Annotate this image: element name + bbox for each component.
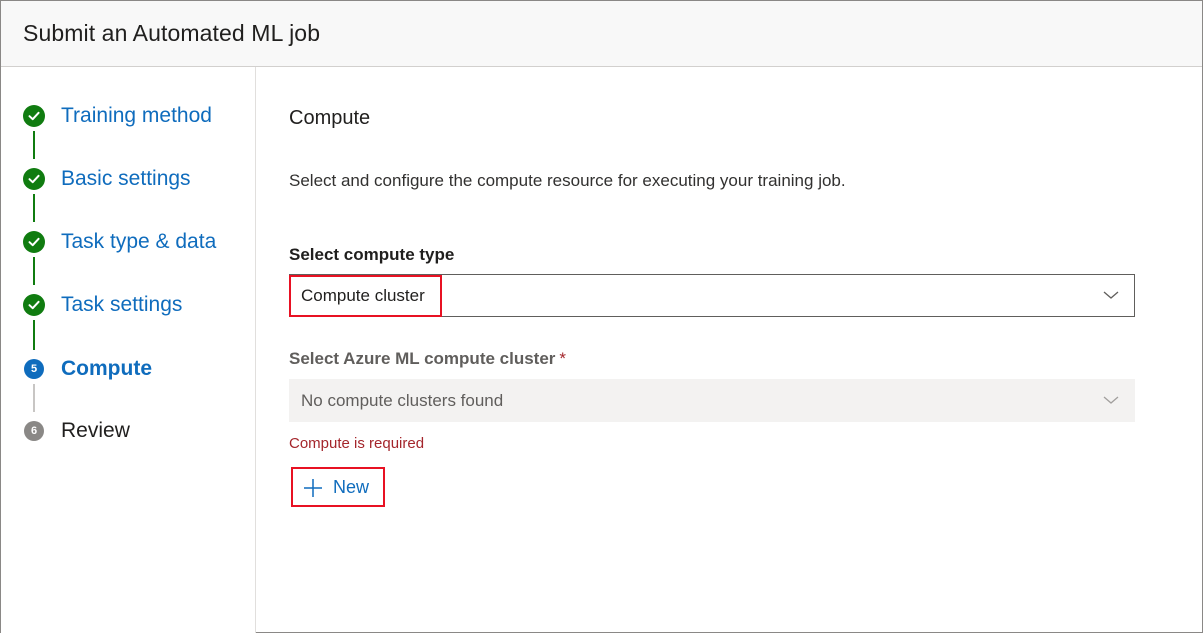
new-button-label: New — [333, 477, 370, 497]
step-label: Review — [61, 419, 130, 442]
checkmark-circle-icon — [23, 168, 45, 190]
compute-cluster-label: Select Azure ML compute cluster * — [289, 349, 566, 369]
error-message: Compute is required — [289, 435, 425, 452]
plus-icon — [304, 479, 322, 497]
step-task-type-data[interactable]: Task type & data — [1, 226, 255, 258]
step-connector — [33, 257, 35, 285]
main-panel: Compute Select and configure the compute… — [257, 67, 1202, 633]
step-task-settings[interactable]: Task settings — [1, 289, 255, 321]
compute-cluster-value: No compute clusters found — [301, 391, 504, 410]
step-label: Task type & data — [61, 230, 217, 253]
step-connector — [33, 320, 35, 350]
compute-cluster-label-text: Select Azure ML compute cluster — [289, 349, 556, 368]
step-label: Basic settings — [61, 167, 191, 190]
step-number-badge: 6 — [24, 421, 44, 441]
dialog-title: Submit an Automated ML job — [23, 20, 321, 46]
compute-cluster-dropdown: No compute clusters found — [289, 379, 1135, 422]
checkmark-circle-icon — [23, 294, 45, 316]
step-number-badge: 5 — [24, 359, 44, 379]
wizard-steps: Training method Basic settings Task type… — [1, 67, 256, 633]
step-connector — [33, 131, 35, 159]
checkmark-circle-icon — [23, 105, 45, 127]
chevron-down-icon — [1103, 291, 1119, 299]
step-label: Compute — [61, 357, 152, 380]
compute-type-value: Compute cluster — [301, 286, 425, 305]
new-compute-button[interactable]: New — [291, 467, 385, 507]
step-label: Training method — [61, 104, 212, 127]
section-description: Select and configure the compute resourc… — [289, 171, 846, 190]
dialog-header: Submit an Automated ML job — [1, 1, 1202, 67]
step-training-method[interactable]: Training method — [1, 100, 255, 132]
chevron-down-icon — [1103, 396, 1119, 404]
step-label: Task settings — [61, 293, 183, 316]
compute-type-label: Select compute type — [289, 245, 455, 264]
required-marker: * — [559, 349, 567, 368]
compute-type-dropdown[interactable]: Compute cluster — [289, 274, 1135, 317]
section-title: Compute — [289, 107, 371, 129]
dialog-window: Submit an Automated ML job Training meth… — [0, 0, 1203, 633]
step-basic-settings[interactable]: Basic settings — [1, 163, 255, 195]
step-review[interactable]: 6 Review — [1, 415, 255, 447]
checkmark-circle-icon — [23, 231, 45, 253]
step-connector — [33, 384, 35, 412]
step-compute[interactable]: 5 Compute — [1, 353, 255, 385]
step-connector — [33, 194, 35, 222]
